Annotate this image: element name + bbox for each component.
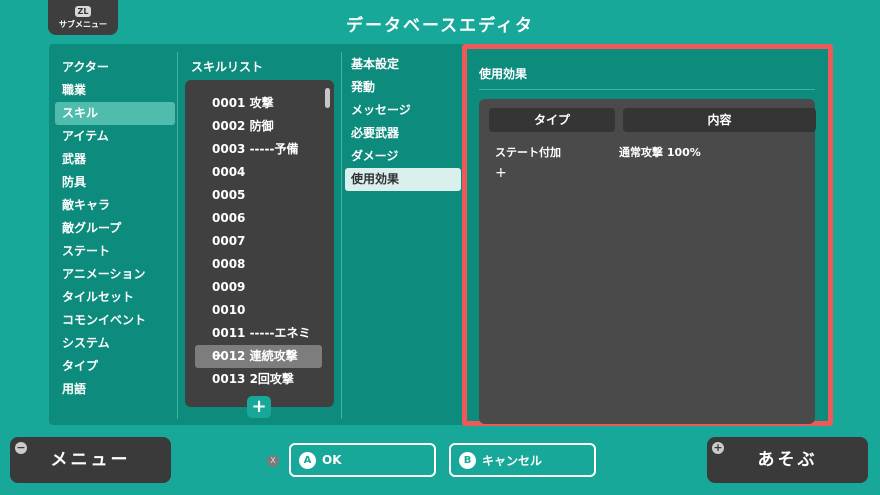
skill-list-item[interactable]: 0002 防御 — [195, 115, 322, 138]
settings-item[interactable]: 発動 — [345, 76, 461, 99]
settings-list: 基本設定 発動 メッセージ 必要武器 ダメージ 使用効果 — [345, 53, 461, 191]
a-button-icon: A — [299, 451, 316, 469]
skill-list-item[interactable]: 0009 — [195, 276, 322, 299]
skill-list-item[interactable]: 0001 攻撃 — [195, 92, 322, 115]
effect-content-cell[interactable]: 通常攻撃 100% — [619, 144, 701, 160]
settings-item[interactable]: 使用効果 — [345, 168, 461, 191]
ok-label: OK — [322, 453, 342, 467]
cancel-label: キャンセル — [482, 453, 543, 468]
category-item[interactable]: 敵キャラ — [55, 194, 175, 217]
skill-list-item[interactable]: 0003 -----予備 — [195, 138, 322, 161]
skill-list-item[interactable]: 0005 — [195, 184, 322, 207]
skill-list-item[interactable]: 0004 — [195, 161, 322, 184]
ok-button[interactable]: A OK — [289, 443, 436, 477]
skill-list-item[interactable]: 0008 — [195, 253, 322, 276]
skill-list[interactable]: 0001 攻撃 0002 防御 0003 -----予備 0004 0005 0006 00… — [185, 80, 334, 407]
content-column-header[interactable]: 内容 — [623, 108, 816, 132]
add-effect-button[interactable]: + — [495, 165, 507, 181]
column-divider — [177, 52, 178, 419]
category-item[interactable]: タイプ — [55, 355, 175, 378]
category-item[interactable]: 防具 — [55, 171, 175, 194]
category-item[interactable]: 敵グループ — [55, 217, 175, 240]
category-item[interactable]: ステート — [55, 240, 175, 263]
category-item[interactable]: スキル — [55, 102, 175, 125]
settings-item[interactable]: メッセージ — [345, 99, 461, 122]
settings-item[interactable]: ダメージ — [345, 145, 461, 168]
plus-icon: + — [712, 441, 724, 454]
effects-divider — [479, 89, 815, 90]
skill-list-label: スキルリスト — [191, 60, 264, 74]
skill-list-item[interactable]: 0011 -----エネミー — [195, 322, 322, 363]
settings-item[interactable]: 必要武器 — [345, 122, 461, 145]
category-item[interactable]: アニメーション — [55, 263, 175, 286]
category-item[interactable]: コモンイベント — [55, 309, 175, 332]
skill-list-item[interactable]: 0007 — [195, 230, 322, 253]
category-list: アクター 職業 スキル アイテム 武器 防具 敵キャラ 敵グループ ステート アニメーション タイル… — [55, 56, 175, 401]
play-button[interactable]: + あそぶ — [707, 437, 868, 483]
effects-table[interactable]: タイプ 内容 ステート付加 通常攻撃 100% + — [479, 99, 816, 424]
category-item[interactable]: タイルセット — [55, 286, 175, 309]
skill-list-item[interactable]: 0006 — [195, 207, 322, 230]
column-divider — [341, 52, 342, 419]
category-item[interactable]: アイテム — [55, 125, 175, 148]
play-label: あそぶ — [757, 450, 818, 470]
scrollbar[interactable] — [325, 88, 330, 108]
minus-icon: − — [15, 441, 27, 454]
category-item[interactable]: システム — [55, 332, 175, 355]
category-item[interactable]: アクター — [55, 56, 175, 79]
skill-list-item[interactable]: 0010 — [195, 299, 322, 322]
add-skill-button[interactable]: + — [247, 396, 271, 418]
effects-panel: 使用効果 タイプ 内容 ステート付加 通常攻撃 100% + — [462, 44, 833, 426]
x-button-icon: X — [267, 455, 279, 467]
effect-type-cell[interactable]: ステート付加 — [495, 144, 561, 160]
page-title: データベースエディタ — [346, 16, 534, 36]
b-button-icon: B — [459, 451, 476, 469]
category-item[interactable]: 職業 — [55, 79, 175, 102]
type-column-header[interactable]: タイプ — [489, 108, 615, 132]
skill-list-item[interactable]: 0012 連続攻撃 — [195, 345, 322, 368]
menu-button[interactable]: − メニュー — [10, 437, 171, 483]
effects-title: 使用効果 — [479, 67, 528, 81]
category-item[interactable]: 用語 — [55, 378, 175, 401]
skill-list-item[interactable]: 0013 2回攻撃 — [195, 368, 322, 391]
menu-label: メニュー — [50, 450, 131, 470]
cancel-button[interactable]: B キャンセル — [449, 443, 596, 477]
settings-item[interactable]: 基本設定 — [345, 53, 461, 76]
category-item[interactable]: 武器 — [55, 148, 175, 171]
